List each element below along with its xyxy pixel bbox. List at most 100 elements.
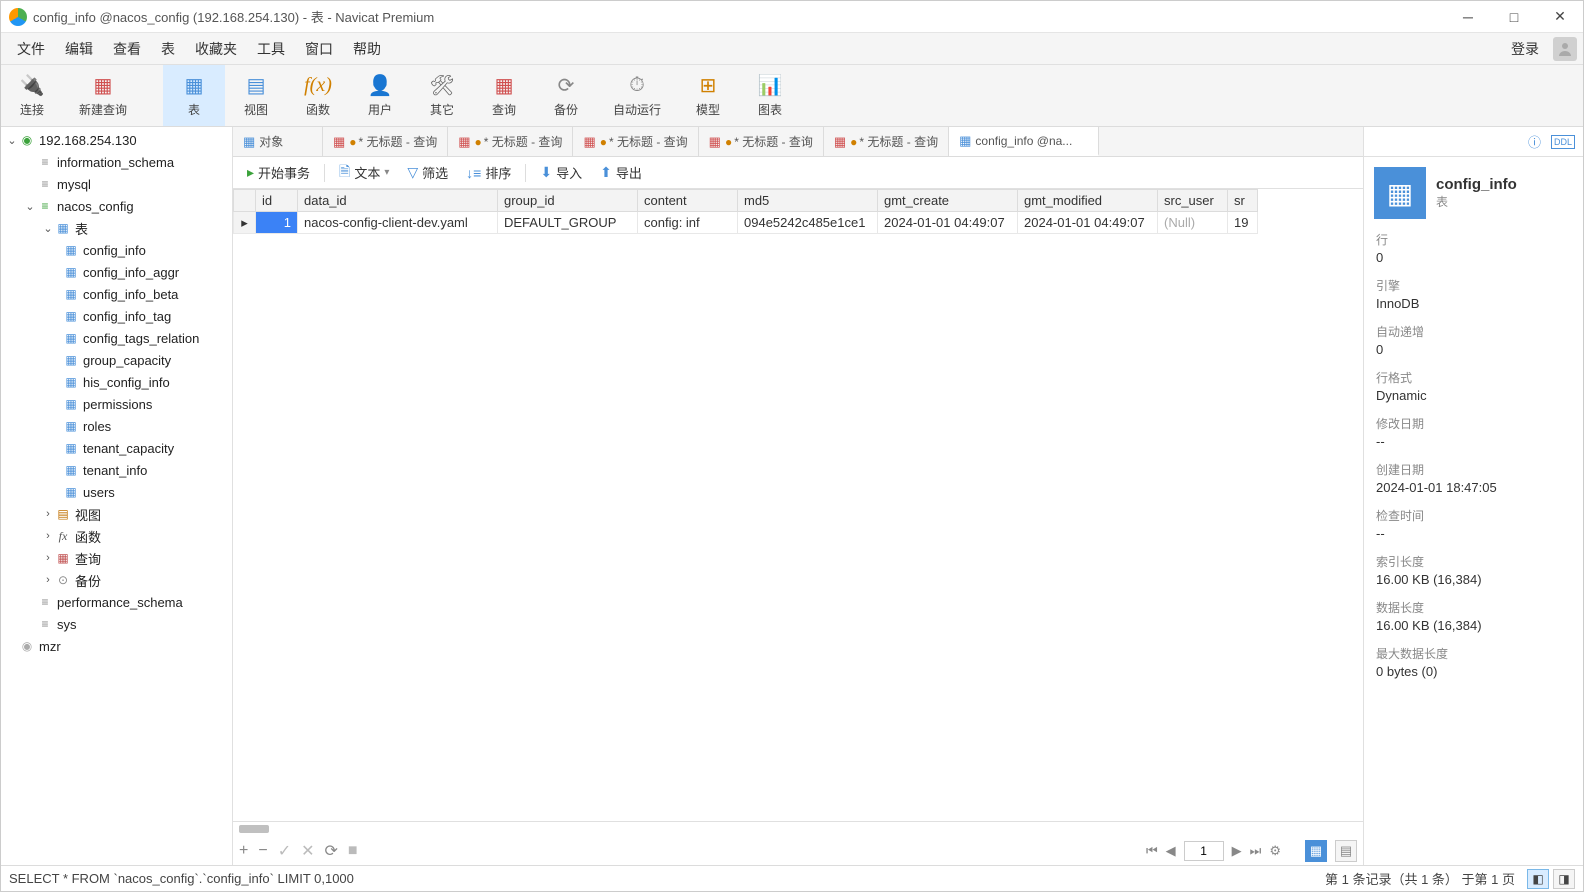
menu-favorites[interactable]: 收藏夹 [185, 33, 247, 64]
toolbar-view[interactable]: ▤视图 [225, 65, 287, 126]
tree-table-config-tags-relation[interactable]: ▦config_tags_relation [1, 327, 232, 349]
filter-button[interactable]: ▽筛选 [399, 160, 456, 185]
tree-db-nacos-config[interactable]: ⌄≡nacos_config [1, 195, 232, 217]
toolbar-autorun[interactable]: ⏱自动运行 [597, 65, 677, 126]
export-button[interactable]: ⬆导出 [592, 160, 650, 185]
cell-gmt_create[interactable]: 2024-01-01 04:49:07 [878, 212, 1018, 234]
tree-db-performance-schema[interactable]: ≡performance_schema [1, 591, 232, 613]
col-src_user[interactable]: src_user [1158, 190, 1228, 212]
toolbar-table[interactable]: ▦表 [163, 65, 225, 126]
window-maximize[interactable]: □ [1491, 1, 1537, 33]
table-row[interactable]: ▸1nacos-config-client-dev.yamlDEFAULT_GR… [234, 212, 1258, 234]
delete-row-button[interactable]: − [258, 842, 267, 860]
toolbar-function[interactable]: f(x)函数 [287, 65, 349, 126]
prev-page-button[interactable]: ◀ [1166, 843, 1176, 859]
add-row-button[interactable]: + [239, 842, 248, 860]
tab-query[interactable]: ▦●* 无标题 - 查询 [824, 127, 949, 156]
tree-db-sys[interactable]: ≡sys [1, 613, 232, 635]
cell-content[interactable]: config: inf [638, 212, 738, 234]
tree-conn-mzr[interactable]: ◉mzr [1, 635, 232, 657]
tree-table-tenant-capacity[interactable]: ▦tenant_capacity [1, 437, 232, 459]
login-button[interactable]: 登录 [1503, 39, 1547, 59]
tree-table-permissions[interactable]: ▦permissions [1, 393, 232, 415]
tab-query[interactable]: ▦●* 无标题 - 查询 [448, 127, 573, 156]
cell-gmt_modified[interactable]: 2024-01-01 04:49:07 [1018, 212, 1158, 234]
menu-view[interactable]: 查看 [103, 33, 151, 64]
window-minimize[interactable]: ─ [1445, 1, 1491, 33]
refresh-button[interactable]: ⟳ [325, 841, 338, 861]
page-input[interactable] [1184, 841, 1224, 861]
tree-table-config-info-beta[interactable]: ▦config_info_beta [1, 283, 232, 305]
tab-config-info[interactable]: ▦config_info @na... [949, 127, 1099, 156]
tree-db-information-schema[interactable]: ≡information_schema [1, 151, 232, 173]
menu-help[interactable]: 帮助 [343, 33, 391, 64]
tree-db-mysql[interactable]: ≡mysql [1, 173, 232, 195]
tree-table-roles[interactable]: ▦roles [1, 415, 232, 437]
cell-sr[interactable]: 19 [1228, 212, 1258, 234]
toolbar-other[interactable]: 🛠其它 [411, 65, 473, 126]
toolbar-model[interactable]: ⊞模型 [677, 65, 739, 126]
grid-view-button[interactable]: ▦ [1305, 840, 1327, 862]
info-icon[interactable]: ⓘ [1528, 132, 1541, 151]
col-content[interactable]: content [638, 190, 738, 212]
sort-button[interactable]: ↓≡排序 [458, 160, 519, 185]
tree-functions-folder[interactable]: ›fx函数 [1, 525, 232, 547]
settings-button[interactable]: ⚙ [1269, 843, 1281, 859]
form-view-button[interactable]: ▤ [1335, 840, 1357, 862]
menu-window[interactable]: 窗口 [295, 33, 343, 64]
col-md5[interactable]: md5 [738, 190, 878, 212]
panel-toggle-left[interactable]: ◧ [1527, 869, 1549, 889]
cell-src_user[interactable]: (Null) [1158, 212, 1228, 234]
tree-table-tenant-info[interactable]: ▦tenant_info [1, 459, 232, 481]
toolbar-new-query[interactable]: ▦新建查询 [63, 65, 143, 126]
tree-table-config-info-aggr[interactable]: ▦config_info_aggr [1, 261, 232, 283]
tab-query[interactable]: ▦●* 无标题 - 查询 [573, 127, 698, 156]
import-button[interactable]: ⬇导入 [532, 160, 590, 185]
col-gmt_modified[interactable]: gmt_modified [1018, 190, 1158, 212]
cell-id[interactable]: 1 [256, 212, 298, 234]
user-avatar[interactable] [1553, 37, 1577, 61]
tree-tables-folder[interactable]: ⌄▦表 [1, 217, 232, 239]
start-transaction-button[interactable]: ▸开始事务 [239, 160, 318, 185]
tree-server[interactable]: ⌄◉192.168.254.130 [1, 129, 232, 151]
cell-group_id[interactable]: DEFAULT_GROUP [498, 212, 638, 234]
first-page-button[interactable]: ⏮ [1146, 843, 1158, 859]
tree-views-folder[interactable]: ›▤视图 [1, 503, 232, 525]
cell-data_id[interactable]: nacos-config-client-dev.yaml [298, 212, 498, 234]
tree-table-group-capacity[interactable]: ▦group_capacity [1, 349, 232, 371]
toolbar-query[interactable]: ▦查询 [473, 65, 535, 126]
ddl-icon[interactable]: DDL [1551, 135, 1575, 149]
window-close[interactable]: ✕ [1537, 1, 1583, 33]
col-sr[interactable]: sr [1228, 190, 1258, 212]
col-id[interactable]: id [256, 190, 298, 212]
tab-objects[interactable]: ▦对象 [233, 127, 323, 156]
toolbar-connect[interactable]: 🔌连接 [1, 65, 63, 126]
panel-toggle-right[interactable]: ◨ [1553, 869, 1575, 889]
menu-file[interactable]: 文件 [7, 33, 55, 64]
next-page-button[interactable]: ▶ [1232, 843, 1242, 859]
col-gmt_create[interactable]: gmt_create [878, 190, 1018, 212]
tab-query[interactable]: ▦●* 无标题 - 查询 [323, 127, 448, 156]
sidebar-tree[interactable]: ⌄◉192.168.254.130 ≡information_schema ≡m… [1, 127, 233, 865]
col-data_id[interactable]: data_id [298, 190, 498, 212]
tab-query[interactable]: ▦●* 无标题 - 查询 [699, 127, 824, 156]
data-grid[interactable]: iddata_idgroup_idcontentmd5gmt_creategmt… [233, 189, 1363, 821]
h-scrollbar[interactable] [233, 822, 1363, 836]
last-page-button[interactable]: ⏭ [1250, 843, 1262, 859]
menu-table[interactable]: 表 [151, 33, 185, 64]
col-group_id[interactable]: group_id [498, 190, 638, 212]
text-button[interactable]: 🗎文本▾ [331, 158, 397, 188]
cancel-button[interactable]: ✕ [301, 841, 314, 861]
menu-tools[interactable]: 工具 [247, 33, 295, 64]
tree-backup-folder[interactable]: ›⊙备份 [1, 569, 232, 591]
toolbar-backup[interactable]: ⟳备份 [535, 65, 597, 126]
menu-edit[interactable]: 编辑 [55, 33, 103, 64]
tree-table-config-info-tag[interactable]: ▦config_info_tag [1, 305, 232, 327]
tree-queries-folder[interactable]: ›▦查询 [1, 547, 232, 569]
commit-button[interactable]: ✓ [278, 841, 291, 861]
tree-table-config-info[interactable]: ▦config_info [1, 239, 232, 261]
cell-md5[interactable]: 094e5242c485e1ce1 [738, 212, 878, 234]
toolbar-user[interactable]: 👤用户 [349, 65, 411, 126]
toolbar-chart[interactable]: 📊图表 [739, 65, 801, 126]
stop-button[interactable]: ■ [348, 842, 358, 860]
